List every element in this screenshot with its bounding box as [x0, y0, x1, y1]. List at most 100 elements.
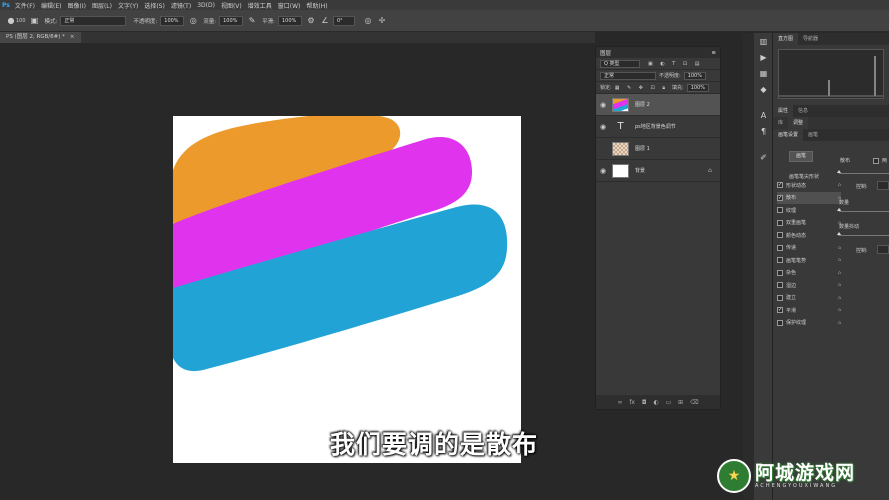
layer-row[interactable]: ◉ 背景 ⌂	[596, 160, 720, 182]
layer-name[interactable]: 图层 1	[635, 145, 708, 152]
photoshop-logo-icon[interactable]: Ps	[2, 2, 10, 9]
tab-properties[interactable]: 属性	[773, 105, 794, 117]
layer-name[interactable]: 背景	[635, 167, 708, 174]
brush-option-item[interactable]: 画笔笔势 ⌂	[777, 254, 841, 267]
count-slider[interactable]	[837, 208, 889, 212]
tab-libraries[interactable]: 库	[773, 117, 788, 129]
brush-preset-icon[interactable]: ●	[6, 16, 16, 26]
smooth-field[interactable]: 100%	[277, 15, 302, 26]
tab-navigator[interactable]: 导航器	[798, 33, 823, 45]
menu-item[interactable]: 文字(Y)	[118, 1, 138, 10]
brush-option-item[interactable]: 湿边 ⌂	[777, 279, 841, 292]
brush-option-item[interactable]: 纹理⌂	[777, 204, 841, 217]
lock-icon[interactable]: ⌂	[838, 245, 841, 251]
new-layer-icon[interactable]: ⊞	[678, 399, 683, 406]
layer-name[interactable]: 图层 2	[635, 101, 708, 108]
lock-icon[interactable]: ⌂	[708, 167, 720, 174]
link-icon[interactable]: ∞	[617, 399, 622, 406]
angle-field[interactable]: 0°	[332, 15, 355, 26]
brush-option-item[interactable]: ✓ 形状动态 ⌂	[777, 179, 841, 192]
eye-icon[interactable]: ◉	[596, 101, 610, 109]
panel-menu-icon[interactable]: ≡	[711, 50, 716, 56]
brush-settings-icon[interactable]: ✐	[754, 149, 773, 165]
airbrush-icon[interactable]: ✎	[247, 16, 257, 26]
both-axes-checkbox[interactable]: 两	[873, 157, 887, 164]
menu-item[interactable]: 滤镜(T)	[171, 1, 191, 10]
flow-field[interactable]: 100%	[219, 15, 244, 26]
play-icon[interactable]: ▶	[754, 49, 773, 65]
eye-icon[interactable]: ◉	[596, 167, 610, 175]
blend-mode-select[interactable]: 正常	[600, 71, 656, 80]
layers-panel-title[interactable]: 图层	[600, 49, 611, 57]
brush-option-item[interactable]: ✓ 平滑 ⌂	[777, 304, 841, 317]
brush-option-checkbox[interactable]	[777, 269, 783, 276]
menu-item[interactable]: 图像(I)	[68, 1, 86, 10]
brush-option-checkbox[interactable]	[777, 282, 783, 289]
lock-icon[interactable]: ⌂	[838, 295, 841, 301]
count-jitter-slider[interactable]	[837, 232, 889, 236]
brushes-button[interactable]: 画笔	[789, 151, 813, 162]
brush-panel-toggle-icon[interactable]: ▣	[30, 16, 40, 26]
lock-icons[interactable]: ▦ ✎ ✥ ⊡ 🔒︎	[615, 85, 668, 91]
brush-option-checkbox[interactable]	[777, 232, 783, 239]
tab-brushes[interactable]: 画笔	[803, 129, 823, 141]
brush-option-checkbox[interactable]: ✓	[777, 194, 783, 201]
character-icon[interactable]: A	[754, 107, 773, 123]
swatches-icon[interactable]: ▦	[754, 65, 773, 81]
menu-item[interactable]: 视图(V)	[221, 1, 242, 10]
trash-icon[interactable]: ⌫	[690, 399, 698, 406]
brush-option-item[interactable]: 建立 ⌂	[777, 292, 841, 305]
menu-item[interactable]: 窗口(W)	[278, 1, 301, 10]
close-icon[interactable]: ×	[70, 34, 75, 40]
brush-option-item[interactable]: 杂色 ⌂	[777, 267, 841, 280]
menu-item[interactable]: 选择(S)	[144, 1, 165, 10]
folder-icon[interactable]: ▭	[666, 399, 672, 406]
pressure-opacity-icon[interactable]: ◎	[188, 16, 198, 26]
layer-name[interactable]: ps地区背景色调节	[635, 123, 708, 130]
tab-histogram[interactable]: 直方图	[773, 33, 799, 45]
layer-filter-select[interactable]: Q 类型	[600, 59, 640, 68]
brush-size-value[interactable]: 100	[16, 18, 26, 24]
document-tab[interactable]: PS (图层 2, RGB/8#) * ×	[0, 32, 81, 43]
lock-icon[interactable]: ⌂	[838, 257, 841, 263]
control-select-2[interactable]	[877, 245, 889, 254]
brush-option-item[interactable]: 颜色动态⌂	[777, 229, 841, 242]
lock-icon[interactable]: ⌂	[838, 307, 841, 313]
fx-icon[interactable]: fx	[629, 399, 635, 406]
lock-icon[interactable]: ⌂	[838, 320, 841, 326]
tab-info[interactable]: 信息	[793, 105, 813, 117]
brush-option-checkbox[interactable]	[777, 319, 783, 326]
menu-item[interactable]: 帮助(H)	[306, 1, 327, 10]
brush-option-item[interactable]: 传递 ⌂	[777, 242, 841, 255]
eye-icon[interactable]: ◉	[596, 123, 610, 131]
layer-row[interactable]: ◉ Tps地区背景色调节	[596, 116, 720, 138]
gear-icon[interactable]: ⚙	[306, 16, 316, 26]
brush-option-checkbox[interactable]: ✓	[777, 307, 783, 314]
fill-field[interactable]: 100%	[686, 83, 709, 92]
brush-option-item[interactable]: 保护纹理 ⌂	[777, 317, 841, 330]
tab-brush-settings[interactable]: 画笔设置	[773, 129, 804, 141]
brush-option-checkbox[interactable]	[777, 207, 783, 214]
brush-option-checkbox[interactable]	[777, 219, 783, 226]
layer-opacity-field[interactable]: 100%	[683, 71, 706, 80]
brush-option-checkbox[interactable]	[777, 244, 783, 251]
opacity-field[interactable]: 100%	[160, 15, 185, 26]
symmetry-icon[interactable]: ✢	[377, 16, 387, 26]
filter-icons[interactable]: ▣ ◐ T ⊡ ▤	[648, 61, 702, 67]
paragraph-icon[interactable]: ¶	[754, 123, 773, 139]
tab-adjustments[interactable]: 调整	[788, 117, 809, 129]
adjustment-icon[interactable]: ◐	[653, 399, 658, 406]
document-canvas[interactable]	[173, 116, 521, 463]
menu-item[interactable]: 文件(F)	[15, 1, 35, 10]
panel-divider[interactable]	[743, 33, 754, 500]
menu-item[interactable]: 编辑(E)	[41, 1, 61, 10]
brush-option-item[interactable]: ✓ 散布 ⌂	[777, 191, 841, 204]
lock-icon[interactable]: ⌂	[838, 270, 841, 276]
control-select[interactable]	[877, 181, 889, 190]
library-icon[interactable]: ◆	[754, 81, 773, 97]
brush-option-checkbox[interactable]: ✓	[777, 182, 783, 189]
layer-row[interactable]: 图层 1	[596, 138, 720, 160]
lock-icon[interactable]: ⌂	[838, 282, 841, 288]
mode-select[interactable]: 正常	[60, 15, 127, 26]
menu-item[interactable]: 3D(D)	[197, 2, 215, 9]
